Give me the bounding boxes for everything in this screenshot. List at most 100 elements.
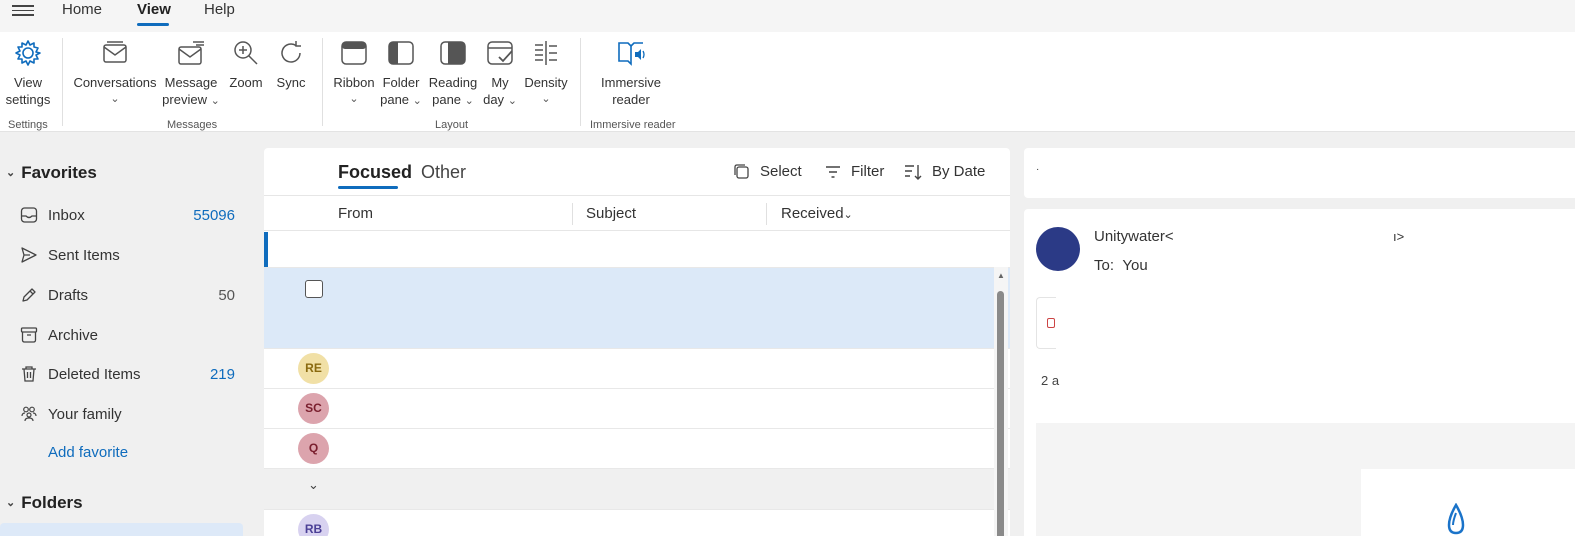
reading-pane-button[interactable]: Reading pane ⌄ — [428, 38, 478, 110]
conversations-label: Conversations — [73, 75, 157, 90]
sidebar-item-label: Deleted Items — [48, 366, 141, 383]
avatar: Q — [298, 433, 329, 464]
filter-icon — [826, 166, 840, 178]
table-row[interactable]: Q — [264, 429, 1010, 469]
sidebar-item-family[interactable]: Your family — [20, 401, 235, 433]
to-value[interactable]: You — [1122, 257, 1147, 274]
sync-label: Sync — [276, 75, 306, 90]
chevron-down-icon: ⌄ — [843, 209, 853, 221]
message-preview-label-1: Message — [164, 75, 218, 90]
my-day-label-2: day ⌄ — [483, 92, 517, 107]
reading-pane-label-1: Reading — [428, 75, 478, 90]
tab-other[interactable]: Other — [421, 162, 466, 183]
filter-button[interactable]: Filter — [825, 163, 884, 180]
pencil-icon — [22, 288, 36, 302]
sync-icon — [281, 41, 301, 63]
message-list: Focused Other Select Filter By Date From… — [264, 148, 1010, 536]
column-divider[interactable] — [572, 203, 573, 225]
active-tab-indicator — [137, 23, 169, 26]
table-row[interactable] — [264, 268, 1010, 349]
menu-bar: Home View Help — [0, 0, 1575, 32]
send-icon — [21, 247, 37, 263]
ribbon: View settings Settings Conversations ⌄ M… — [0, 32, 1575, 132]
sidebar-item-sent[interactable]: Sent Items — [20, 242, 235, 274]
sidebar-item-deleted[interactable]: Deleted Items 219 — [20, 361, 235, 393]
density-button[interactable]: Density ⌄ — [522, 38, 570, 108]
table-row[interactable]: RB — [264, 510, 1010, 536]
reading-pane-subject-bar: · — [1024, 148, 1575, 198]
sidebar-item-archive[interactable]: Archive — [20, 322, 235, 354]
conversations-button[interactable]: Conversations ⌄ — [72, 38, 158, 108]
sender-name[interactable]: Unitywater< — [1094, 228, 1174, 245]
message-body-card — [1361, 469, 1575, 536]
density-label: Density — [524, 75, 568, 90]
inbox-tabs: Focused Other Select Filter By Date — [264, 148, 1010, 196]
zoom-in-icon — [234, 41, 258, 65]
tab-focused[interactable]: Focused — [338, 162, 412, 183]
subject-text: · — [1036, 164, 1040, 175]
column-subject[interactable]: Subject — [586, 205, 636, 222]
zoom-button[interactable]: Zoom — [226, 38, 266, 91]
column-from[interactable]: From — [338, 205, 373, 222]
view-settings-label-1: View — [14, 75, 42, 90]
folders-header[interactable]: ⌄ Folders — [6, 493, 83, 513]
view-settings-button[interactable]: View settings — [5, 38, 51, 108]
add-favorite-link[interactable]: Add favorite — [48, 444, 128, 461]
sort-button[interactable]: By Date — [904, 163, 985, 181]
group-separator — [62, 38, 63, 126]
chevron-down-icon: ⌄ — [110, 93, 120, 105]
message-preview-icon — [178, 41, 204, 65]
reading-pane-label-2: pane ⌄ — [432, 92, 474, 107]
immersive-reader-label-1: Immersive — [601, 75, 661, 90]
hamburger-menu-icon[interactable] — [12, 2, 34, 22]
selected-folder-highlight[interactable] — [0, 523, 243, 536]
people-icon — [21, 406, 37, 422]
chevron-down-icon[interactable]: ⌄ — [308, 477, 319, 493]
sidebar-item-label: Archive — [48, 327, 99, 344]
recipient-line: To: You — [1094, 257, 1148, 274]
chevron-down-icon: ⌄ — [349, 93, 359, 105]
scrollbar-thumb[interactable] — [997, 291, 1004, 536]
attachment-card[interactable] — [1036, 297, 1056, 349]
ribbon-layout-button[interactable]: Ribbon ⌄ — [332, 38, 376, 108]
my-day-icon — [487, 41, 513, 65]
folder-pane-button[interactable]: Folder pane ⌄ — [378, 38, 424, 110]
trash-icon — [22, 366, 36, 382]
table-row[interactable] — [264, 232, 1010, 268]
sync-button[interactable]: Sync — [272, 38, 310, 91]
view-settings-label-2: settings — [5, 92, 51, 107]
ribbon-icon — [341, 41, 367, 65]
sidebar-item-drafts[interactable]: Drafts 50 — [20, 282, 235, 314]
message-preview-button[interactable]: Message preview ⌄ — [160, 38, 222, 110]
group-separator — [580, 38, 581, 126]
select-button[interactable]: Select — [734, 163, 802, 180]
tab-home[interactable]: Home — [62, 1, 102, 18]
avatar: SC — [298, 393, 329, 424]
tab-help[interactable]: Help — [204, 1, 235, 18]
sender-avatar[interactable] — [1036, 227, 1080, 271]
column-received[interactable]: Received⌄ — [781, 205, 853, 222]
sidebar-item-label: Drafts — [48, 287, 89, 304]
group-label-layout: Layout — [435, 119, 469, 131]
water-drop-logo-icon — [1447, 503, 1465, 535]
envelope-stack-icon — [103, 41, 127, 63]
group-label-immersive: Immersive reader — [590, 119, 676, 131]
my-day-button[interactable]: My day ⌄ — [480, 38, 520, 110]
scrollbar[interactable]: ▲ — [994, 267, 1008, 536]
sidebar-item-inbox[interactable]: Inbox 55096 — [20, 202, 235, 234]
sidebar-item-label: Inbox — [48, 207, 85, 224]
tab-view[interactable]: View — [137, 1, 171, 18]
scroll-up-icon[interactable]: ▲ — [997, 271, 1005, 280]
sender-email-end: ı> — [1393, 229, 1405, 244]
active-tab-indicator — [338, 186, 398, 189]
row-checkbox[interactable] — [305, 280, 323, 298]
favorites-header[interactable]: ⌄ Favorites — [6, 163, 97, 183]
table-row[interactable]: SC — [264, 389, 1010, 429]
my-day-label-1: My — [491, 75, 509, 90]
message-preview-label-2: preview ⌄ — [162, 92, 220, 107]
column-divider[interactable] — [766, 203, 767, 225]
group-header-row[interactable]: ⌄ — [264, 469, 1010, 510]
table-row[interactable]: RE — [264, 349, 1010, 389]
immersive-reader-button[interactable]: Immersive reader — [597, 38, 665, 108]
chevron-down-icon: ⌄ — [541, 93, 551, 105]
